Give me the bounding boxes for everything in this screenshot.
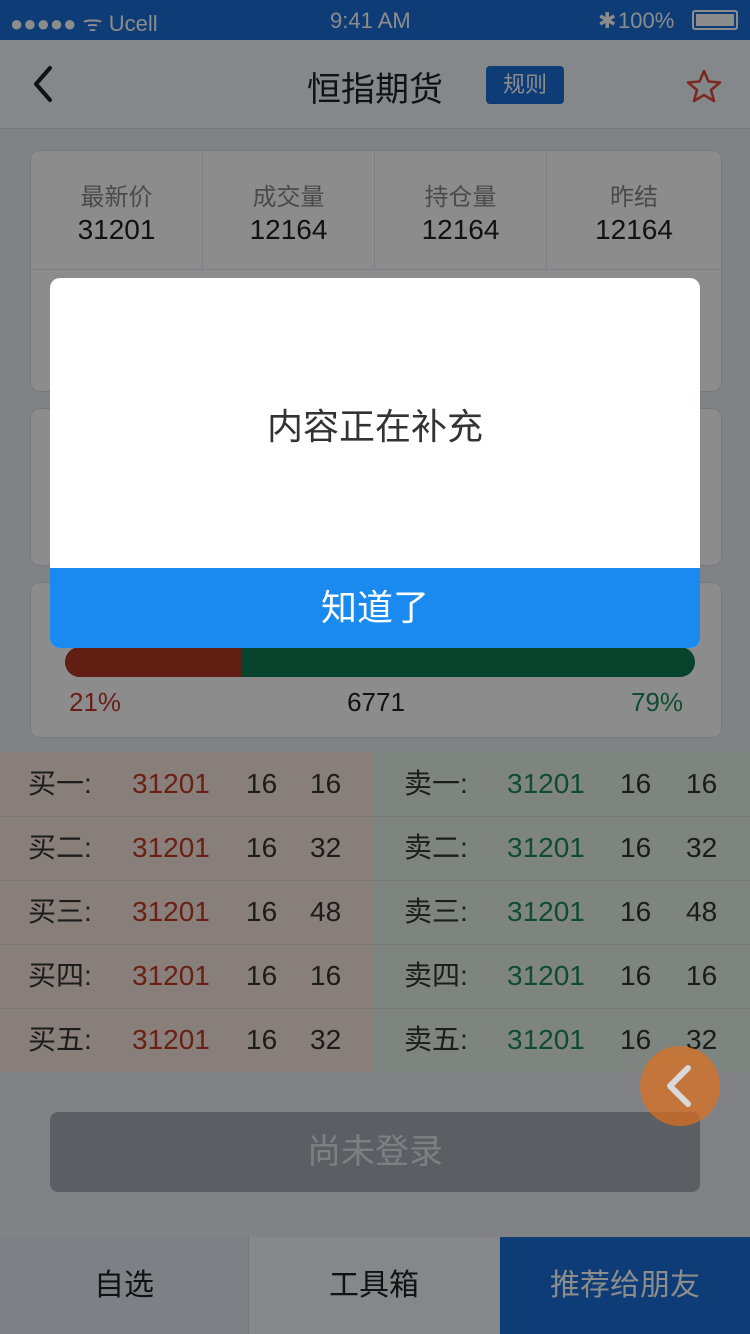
chevron-left-icon: [667, 1065, 691, 1107]
modal-overlay[interactable]: [0, 0, 750, 1334]
floating-back-button[interactable]: [640, 1046, 720, 1126]
notice-dialog: 内容正在补充 知道了: [50, 278, 700, 648]
dialog-confirm-button[interactable]: 知道了: [50, 568, 700, 648]
dialog-message: 内容正在补充: [266, 406, 483, 447]
